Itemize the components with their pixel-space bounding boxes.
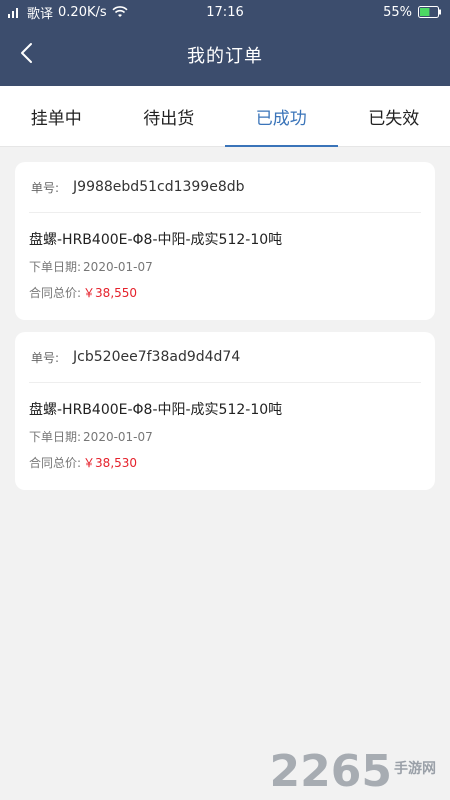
status-right: 55% xyxy=(383,5,442,20)
wifi-icon xyxy=(112,6,128,18)
back-button[interactable] xyxy=(0,24,52,86)
chevron-left-icon xyxy=(19,42,33,68)
carrier-label: 歌译 xyxy=(27,6,54,22)
tab-pending[interactable]: 挂单中 xyxy=(0,86,113,146)
order-date-row: 下单日期: 2020-01-07 xyxy=(29,259,421,275)
watermark-text: 手游网 xyxy=(394,761,436,777)
contract-total-label: 合同总价: xyxy=(29,456,82,470)
status-left: 歌译 0.20K/s xyxy=(8,3,128,22)
contract-total: ￥38,550 xyxy=(83,286,138,300)
contract-total-label: 合同总价: xyxy=(29,286,82,300)
order-list: 单号: J9988ebd51cd1399e8db 盘螺-HRB400E-Φ8-中… xyxy=(15,162,435,502)
tab-awaiting-shipment[interactable]: 待出货 xyxy=(113,86,226,146)
order-number: J9988ebd51cd1399e8db xyxy=(73,179,245,195)
top-app-bar: 歌译 0.20K/s 17:16 55% 我的订单 xyxy=(0,0,450,86)
order-number-label: 单号: xyxy=(31,180,60,195)
network-speed: 0.20K/s xyxy=(58,4,107,20)
product-name: 盘螺-HRB400E-Φ8-中阳-成实512-10吨 xyxy=(29,402,283,418)
order-date-label: 下单日期: xyxy=(29,430,82,444)
order-date-row: 下单日期: 2020-01-07 xyxy=(29,429,421,445)
order-date: 2020-01-07 xyxy=(83,430,153,444)
product-name: 盘螺-HRB400E-Φ8-中阳-成实512-10吨 xyxy=(29,232,283,248)
battery-percent: 55% xyxy=(383,4,412,20)
tab-succeeded[interactable]: 已成功 xyxy=(225,86,338,147)
status-bar: 歌译 0.20K/s 17:16 55% xyxy=(0,0,450,24)
signal-icon xyxy=(8,6,22,18)
status-time: 17:16 xyxy=(206,4,244,20)
page-title: 我的订单 xyxy=(187,46,263,67)
contract-total-row: 合同总价: ￥38,550 xyxy=(29,285,421,301)
order-number: Jcb520ee7f38ad9d4d74 xyxy=(73,349,241,365)
order-date-label: 下单日期: xyxy=(29,260,82,274)
order-number-row: 单号: J9988ebd51cd1399e8db xyxy=(29,162,421,213)
order-status-tabs: 挂单中 待出货 已成功 已失效 xyxy=(0,86,450,147)
battery-icon xyxy=(418,6,442,18)
site-watermark: 2265 手游网 xyxy=(270,750,436,794)
contract-total: ￥38,530 xyxy=(83,456,138,470)
order-date: 2020-01-07 xyxy=(83,260,153,274)
watermark-number: 2265 xyxy=(269,746,392,797)
header: 我的订单 xyxy=(0,24,450,86)
order-number-row: 单号: Jcb520ee7f38ad9d4d74 xyxy=(29,332,421,383)
order-card[interactable]: 单号: J9988ebd51cd1399e8db 盘螺-HRB400E-Φ8-中… xyxy=(15,162,435,320)
tab-expired[interactable]: 已失效 xyxy=(338,86,450,146)
order-number-label: 单号: xyxy=(31,350,60,365)
order-card[interactable]: 单号: Jcb520ee7f38ad9d4d74 盘螺-HRB400E-Φ8-中… xyxy=(15,332,435,490)
contract-total-row: 合同总价: ￥38,530 xyxy=(29,455,421,471)
